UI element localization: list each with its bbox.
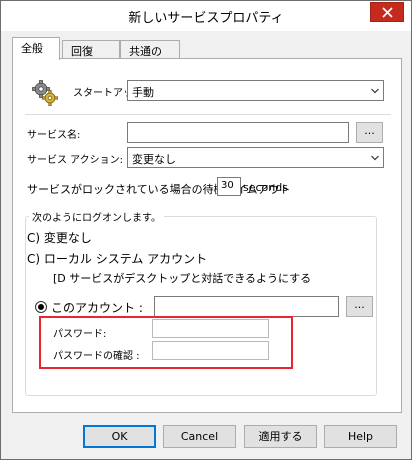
tab-common[interactable]: 共通の: [120, 40, 180, 59]
service-action-label: サービス アクション:: [27, 155, 124, 166]
tab-general[interactable]: 全般: [12, 37, 60, 60]
lock-timeout-field[interactable]: 30: [217, 177, 241, 196]
logon-group-title: 次のようにログオンします。: [29, 209, 164, 224]
startup-type-select[interactable]: 手動: [127, 80, 384, 101]
lock-timeout-unit: seconds: [243, 181, 288, 194]
lock-timeout-value: 30: [221, 180, 234, 191]
desktop-interact-checkbox[interactable]: [D サービスがデスクトップと対話できるようにする: [53, 270, 311, 286]
radio-no-change[interactable]: C) 変更なし: [27, 229, 92, 246]
ok-button[interactable]: OK: [83, 425, 156, 448]
service-name-label: サービス名:: [27, 130, 81, 141]
chevron-down-icon: [371, 88, 379, 94]
account-browse-button[interactable]: ...: [346, 296, 373, 317]
apply-button[interactable]: 適用する: [244, 425, 317, 448]
chevron-down-icon: [371, 155, 379, 161]
radio-local-system[interactable]: C) ローカル システム アカウント: [27, 250, 207, 267]
service-name-field[interactable]: [127, 122, 349, 143]
service-name-browse-button[interactable]: ...: [356, 122, 383, 143]
close-icon: [382, 7, 393, 18]
service-gears-icon: [32, 80, 58, 106]
service-properties-dialog: 新しいサービスプロパティ 全般 回復 共通の スタートアップ: 手動 サービス名…: [0, 0, 412, 460]
close-button[interactable]: [370, 2, 404, 22]
confirm-password-label: パスワードの確認 :: [53, 351, 140, 362]
service-action-select[interactable]: 変更なし: [127, 147, 384, 168]
general-panel: スタートアップ: 手動 サービス名: ... サービス アクション: 変更なし …: [12, 58, 402, 413]
password-label: パスワード:: [53, 329, 107, 340]
cancel-button[interactable]: Cancel: [163, 425, 236, 448]
startup-type-value: 手動: [132, 86, 154, 99]
tab-recovery[interactable]: 回復: [62, 40, 120, 59]
this-account-label: このアカウント :: [51, 301, 143, 315]
account-field[interactable]: [154, 296, 339, 317]
confirm-password-field[interactable]: [152, 341, 269, 360]
radio-this-account[interactable]: [35, 301, 47, 313]
help-button[interactable]: Help: [324, 425, 397, 448]
title-bar: 新しいサービスプロパティ: [1, 1, 411, 31]
divider: [25, 114, 391, 115]
window-title: 新しいサービスプロパティ: [128, 11, 284, 26]
password-field[interactable]: [152, 319, 269, 338]
service-action-value: 変更なし: [132, 153, 176, 166]
